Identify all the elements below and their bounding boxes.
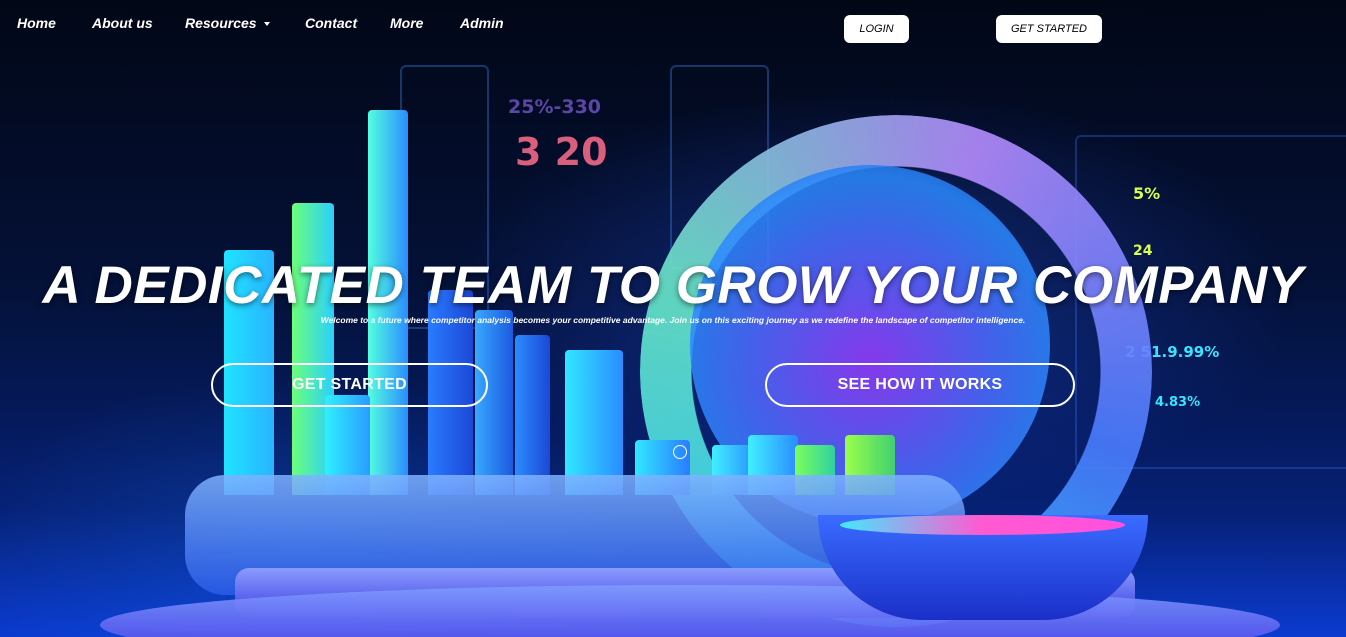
- see-how-it-works-button[interactable]: SEE HOW IT WORKS: [765, 363, 1075, 407]
- caret-down-icon: [263, 22, 270, 27]
- get-started-nav-button[interactable]: GET STARTED: [996, 15, 1102, 43]
- nav-more-link[interactable]: More: [390, 15, 423, 31]
- nav-about-link[interactable]: About us: [92, 15, 153, 31]
- carousel-dot-icon[interactable]: [673, 445, 687, 459]
- hero-subtitle: Welcome to a future where competitor ana…: [320, 315, 1026, 325]
- nav-home-link[interactable]: Home: [17, 15, 56, 31]
- nav-contact-link[interactable]: Contact: [305, 15, 357, 31]
- login-button[interactable]: LOGIN: [844, 15, 909, 43]
- nav-admin-link[interactable]: Admin: [460, 15, 504, 31]
- hero-title: A DEDICATED TEAM TO GROW YOUR COMPANY: [42, 256, 1304, 315]
- get-started-button[interactable]: GET STARTED: [211, 363, 488, 407]
- nav-resources-label: Resources: [185, 15, 257, 31]
- main-nav: Home About us Resources Contact More Adm…: [0, 0, 1346, 45]
- nav-resources-dropdown[interactable]: Resources: [185, 15, 270, 31]
